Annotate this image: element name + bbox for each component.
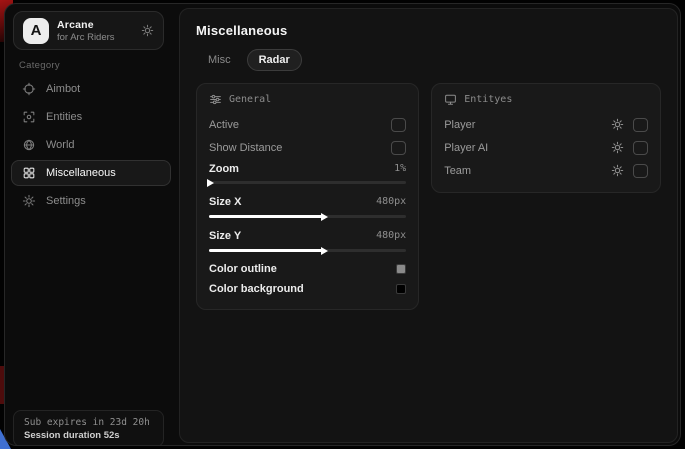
sliders-icon <box>209 93 222 106</box>
player-ai-row: Player AI <box>444 136 648 159</box>
general-panel-header: General <box>209 93 406 106</box>
size-x-slider-thumb[interactable] <box>321 213 328 221</box>
entities-panel-header: Entityes <box>444 93 648 106</box>
sidebar-item-label: Miscellaneous <box>46 167 116 179</box>
zoom-value: 1% <box>394 163 406 174</box>
monitor-icon <box>444 93 457 106</box>
size-y-slider-fill <box>209 249 323 252</box>
app-header-card: A Arcane for Arc Riders <box>13 11 164 50</box>
color-outline-swatch[interactable] <box>396 264 406 274</box>
app-name: Arcane <box>57 19 115 31</box>
zoom-slider-thumb[interactable] <box>207 179 214 187</box>
sidebar-item-label: World <box>46 139 75 151</box>
zoom-row: Zoom 1% <box>209 159 406 178</box>
main-content: Miscellaneous Misc Radar General <box>179 8 678 443</box>
color-outline-row: Color outline <box>209 259 406 279</box>
player-row: Player <box>444 113 648 136</box>
panel-row: General Active Show Distance Zoom 1% <box>196 83 661 310</box>
sidebar-item-label: Settings <box>46 195 86 207</box>
color-outline-label: Color outline <box>209 263 277 275</box>
color-background-row: Color background <box>209 279 406 299</box>
sidebar-item-label: Entities <box>46 111 82 123</box>
subscription-card: Sub expires in 23d 20h Session duration … <box>13 410 164 446</box>
sidebar-item-miscellaneous[interactable]: Miscellaneous <box>11 160 171 186</box>
size-y-row: Size Y 480px <box>209 225 406 246</box>
sidebar-nav: Aimbot Entities World <box>11 76 171 214</box>
general-panel-title: General <box>229 94 271 105</box>
player-controls <box>611 118 648 132</box>
zoom-slider[interactable] <box>209 181 406 184</box>
player-ai-label: Player AI <box>444 142 488 154</box>
color-background-swatch[interactable] <box>396 284 406 294</box>
active-checkbox[interactable] <box>391 118 406 132</box>
size-y-label: Size Y <box>209 230 241 242</box>
team-gear-icon[interactable] <box>611 164 624 177</box>
app-subtitle: for Arc Riders <box>57 32 115 43</box>
size-y-slider-thumb[interactable] <box>321 247 328 255</box>
category-label: Category <box>19 60 60 71</box>
sidebar-item-aimbot[interactable]: Aimbot <box>11 76 171 102</box>
general-panel: General Active Show Distance Zoom 1% <box>196 83 419 310</box>
globe-icon <box>22 138 36 152</box>
color-background-label: Color background <box>209 283 304 295</box>
size-x-slider[interactable] <box>209 215 406 218</box>
size-x-label: Size X <box>209 196 241 208</box>
player-ai-gear-icon[interactable] <box>611 141 624 154</box>
team-controls <box>611 164 648 178</box>
scan-icon <box>22 110 36 124</box>
player-ai-checkbox[interactable] <box>633 141 648 155</box>
size-x-slider-fill <box>209 215 323 218</box>
size-x-value: 480px <box>376 196 406 207</box>
tab-radar[interactable]: Radar <box>247 49 302 71</box>
session-duration-text: Session duration 52s <box>24 430 153 441</box>
header-gear-icon[interactable] <box>141 24 154 37</box>
sidebar-item-label: Aimbot <box>46 83 80 95</box>
show-distance-label: Show Distance <box>209 142 282 154</box>
app-logo: A <box>23 18 49 44</box>
page-title: Miscellaneous <box>196 23 661 38</box>
entities-panel: Entityes Player P <box>431 83 661 193</box>
active-row: Active <box>209 113 406 136</box>
app-window: A Arcane for Arc Riders Category <box>4 3 681 446</box>
player-label: Player <box>444 119 475 131</box>
gear-icon <box>22 194 36 208</box>
tab-misc[interactable]: Misc <box>196 49 243 71</box>
size-y-slider[interactable] <box>209 249 406 252</box>
team-checkbox[interactable] <box>633 164 648 178</box>
crosshair-icon <box>22 82 36 96</box>
show-distance-checkbox[interactable] <box>391 141 406 155</box>
player-ai-controls <box>611 141 648 155</box>
size-y-value: 480px <box>376 230 406 241</box>
active-label: Active <box>209 119 239 131</box>
entities-panel-title: Entityes <box>464 94 512 105</box>
player-checkbox[interactable] <box>633 118 648 132</box>
player-gear-icon[interactable] <box>611 118 624 131</box>
size-x-row: Size X 480px <box>209 191 406 212</box>
grid-icon <box>22 166 36 180</box>
sidebar-item-world[interactable]: World <box>11 132 171 158</box>
team-row: Team <box>444 159 648 182</box>
zoom-label: Zoom <box>209 163 239 175</box>
sidebar-item-settings[interactable]: Settings <box>11 188 171 214</box>
sub-expires-text: Sub expires in 23d 20h <box>24 417 153 428</box>
team-label: Team <box>444 165 471 177</box>
app-title-block: Arcane for Arc Riders <box>57 19 115 43</box>
tab-bar: Misc Radar <box>196 49 661 71</box>
sidebar: A Arcane for Arc Riders Category <box>5 4 177 445</box>
show-distance-row: Show Distance <box>209 136 406 159</box>
sidebar-item-entities[interactable]: Entities <box>11 104 171 130</box>
